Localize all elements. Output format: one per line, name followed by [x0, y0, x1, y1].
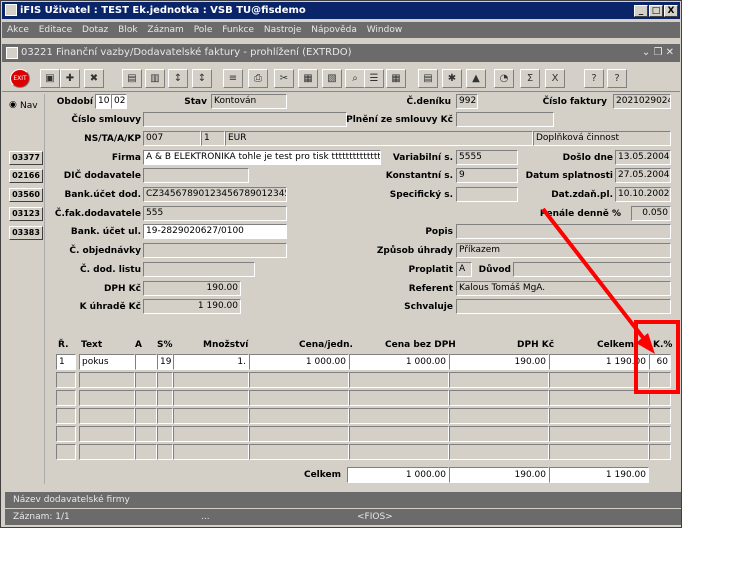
annotation-arrow-line	[541, 207, 650, 346]
annotation-box	[634, 320, 680, 394]
annotation-overlay	[541, 207, 680, 394]
annotation-arrow-head	[636, 333, 655, 354]
